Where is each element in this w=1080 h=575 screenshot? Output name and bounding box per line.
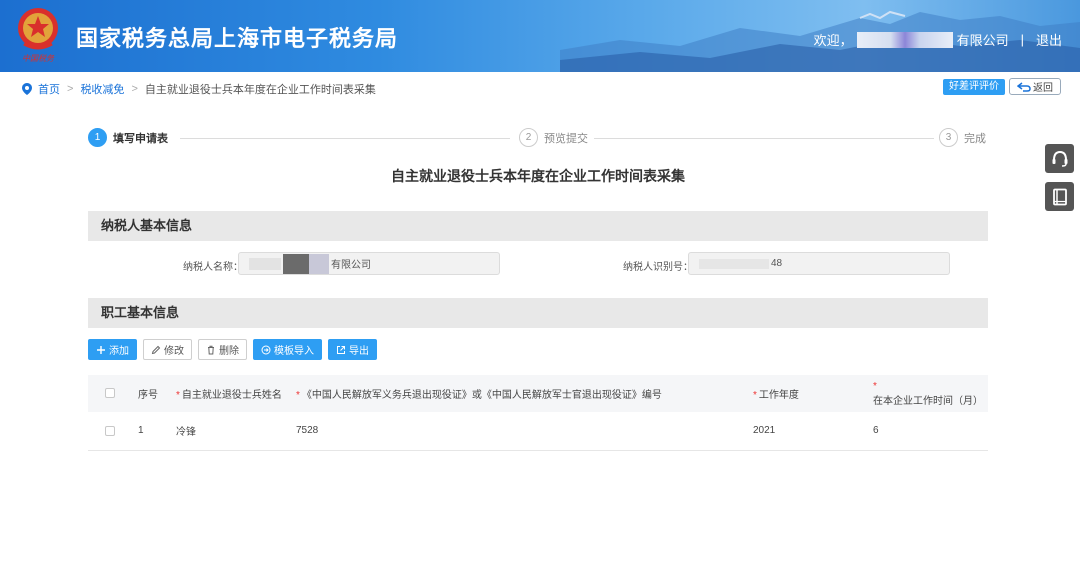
- step-label: 完成: [964, 132, 986, 145]
- export-button[interactable]: 导出: [328, 339, 377, 360]
- company-suffix: 有限公司: [956, 33, 1009, 48]
- taxpayer-name-suffix: 有限公司: [331, 260, 371, 271]
- step-complete: 3 完成: [939, 128, 986, 147]
- step-preview-submit: 2 预览提交: [519, 128, 588, 147]
- col-cert: * 《中国人民解放军义务兵退出现役证》或《中国人民解放军士官退出现役证》编号: [292, 375, 749, 412]
- step-fill-form: 1 填写申请表: [88, 128, 168, 147]
- step-label: 预览提交: [544, 132, 588, 145]
- taxpayer-section-header: 纳税人基本信息: [88, 211, 988, 241]
- back-arrow-icon: [1017, 81, 1031, 92]
- employee-toolbar: 添加 修改 删除 模板导入 导出: [88, 339, 377, 360]
- cell-index: 1: [134, 412, 172, 451]
- cell-months: 6: [869, 412, 988, 451]
- import-icon: [261, 345, 271, 354]
- step-label: 填写申请表: [113, 132, 168, 145]
- row-checkbox[interactable]: [105, 425, 115, 436]
- welcome-text: 欢迎，: [813, 33, 853, 48]
- redaction: [309, 253, 329, 274]
- edit-button[interactable]: 修改: [143, 339, 192, 360]
- redacted-company-name: [856, 31, 953, 48]
- select-all-cell: [88, 375, 134, 412]
- col-months: *在本企业工作时间（月）: [869, 375, 988, 412]
- redaction: [249, 257, 281, 270]
- taxpayer-name-field: 有限公司: [238, 252, 500, 275]
- col-year: * 工作年度: [749, 375, 869, 412]
- user-area: 欢迎， 有限公司 | 退出: [814, 30, 1062, 49]
- svg-text:中国税务: 中国税务: [22, 54, 55, 63]
- plus-icon: [97, 345, 105, 354]
- export-label: 导出: [349, 346, 369, 357]
- location-pin-icon: [22, 83, 32, 95]
- table-header-row: 序号 * 自主就业退役士兵姓名 * 《中国人民解放军义务兵退出现役证》或《中国人民解…: [88, 375, 988, 412]
- taxpayer-id-suffix: 48: [771, 258, 783, 269]
- step-number: 3: [939, 128, 958, 147]
- cell-cert: 7528: [292, 412, 749, 451]
- breadcrumb-current: 自主就业退役士兵本年度在企业工作时间表采集: [144, 84, 376, 96]
- import-label: 模板导入: [274, 346, 314, 357]
- breadcrumb-arrow: >: [131, 83, 138, 95]
- col-name: * 自主就业退役士兵姓名: [172, 375, 292, 412]
- taxpayer-id-field: 48: [688, 252, 950, 275]
- delete-label: 删除: [219, 346, 239, 357]
- required-mark: *: [296, 390, 300, 401]
- rate-service-button[interactable]: 好差评评价: [943, 79, 1005, 95]
- tax-emblem-logo: 中国税务: [18, 8, 58, 63]
- breadcrumb-home[interactable]: 首页: [38, 81, 60, 97]
- edit-label: 修改: [164, 346, 184, 357]
- logout-link[interactable]: 退出: [1036, 30, 1062, 49]
- step-connector: [180, 138, 510, 139]
- required-mark: *: [873, 380, 877, 392]
- required-mark: *: [753, 390, 757, 401]
- template-import-button[interactable]: 模板导入: [253, 339, 322, 360]
- add-button[interactable]: 添加: [88, 339, 137, 360]
- book-icon: [1052, 188, 1067, 205]
- col-index: 序号: [134, 375, 172, 412]
- table-row[interactable]: 1 冷锋 7528 2021 6: [88, 412, 988, 451]
- site-title: 国家税务总局上海市电子税务局: [76, 26, 399, 51]
- form-title: 自主就业退役士兵本年度在企业工作时间表采集: [391, 168, 685, 184]
- taxpayer-name-label: 纳税人名称：: [183, 262, 243, 273]
- breadcrumb-arrow: >: [67, 83, 74, 95]
- back-button[interactable]: 返回: [1009, 78, 1061, 95]
- employee-table: 序号 * 自主就业退役士兵姓名 * 《中国人民解放军义务兵退出现役证》或《中国人民解…: [88, 375, 988, 451]
- step-number: 1: [88, 128, 107, 147]
- back-label: 返回: [1033, 83, 1053, 94]
- redaction: [283, 253, 309, 274]
- top-header: 中国税务 国家税务总局上海市电子税务局 欢迎， 有限公司 | 退出: [0, 0, 1080, 72]
- required-mark: *: [176, 390, 180, 401]
- cell-year: 2021: [749, 412, 869, 451]
- add-label: 添加: [109, 346, 129, 357]
- pencil-icon: [151, 345, 161, 354]
- progress-steps: 1 填写申请表 2 预览提交 3 完成: [88, 128, 988, 148]
- export-icon: [337, 345, 345, 354]
- breadcrumb: 首页 > 税收减免 > 自主就业退役士兵本年度在企业工作时间表采集: [22, 81, 376, 97]
- redaction: [699, 258, 769, 269]
- breadcrumb-tax-relief[interactable]: 税收减免: [80, 81, 124, 97]
- guide-book-button[interactable]: [1045, 182, 1074, 211]
- select-all-checkbox[interactable]: [105, 388, 115, 399]
- step-connector: [594, 138, 934, 139]
- taxpayer-id-label: 纳税人识别号：: [623, 262, 693, 273]
- delete-button[interactable]: 删除: [198, 339, 247, 360]
- header-separator: |: [1020, 32, 1024, 47]
- cell-name: 冷锋: [172, 412, 292, 451]
- step-number: 2: [519, 128, 538, 147]
- employee-section-header: 职工基本信息: [88, 298, 988, 328]
- row-select-cell: [88, 412, 134, 451]
- trash-icon: [208, 345, 214, 354]
